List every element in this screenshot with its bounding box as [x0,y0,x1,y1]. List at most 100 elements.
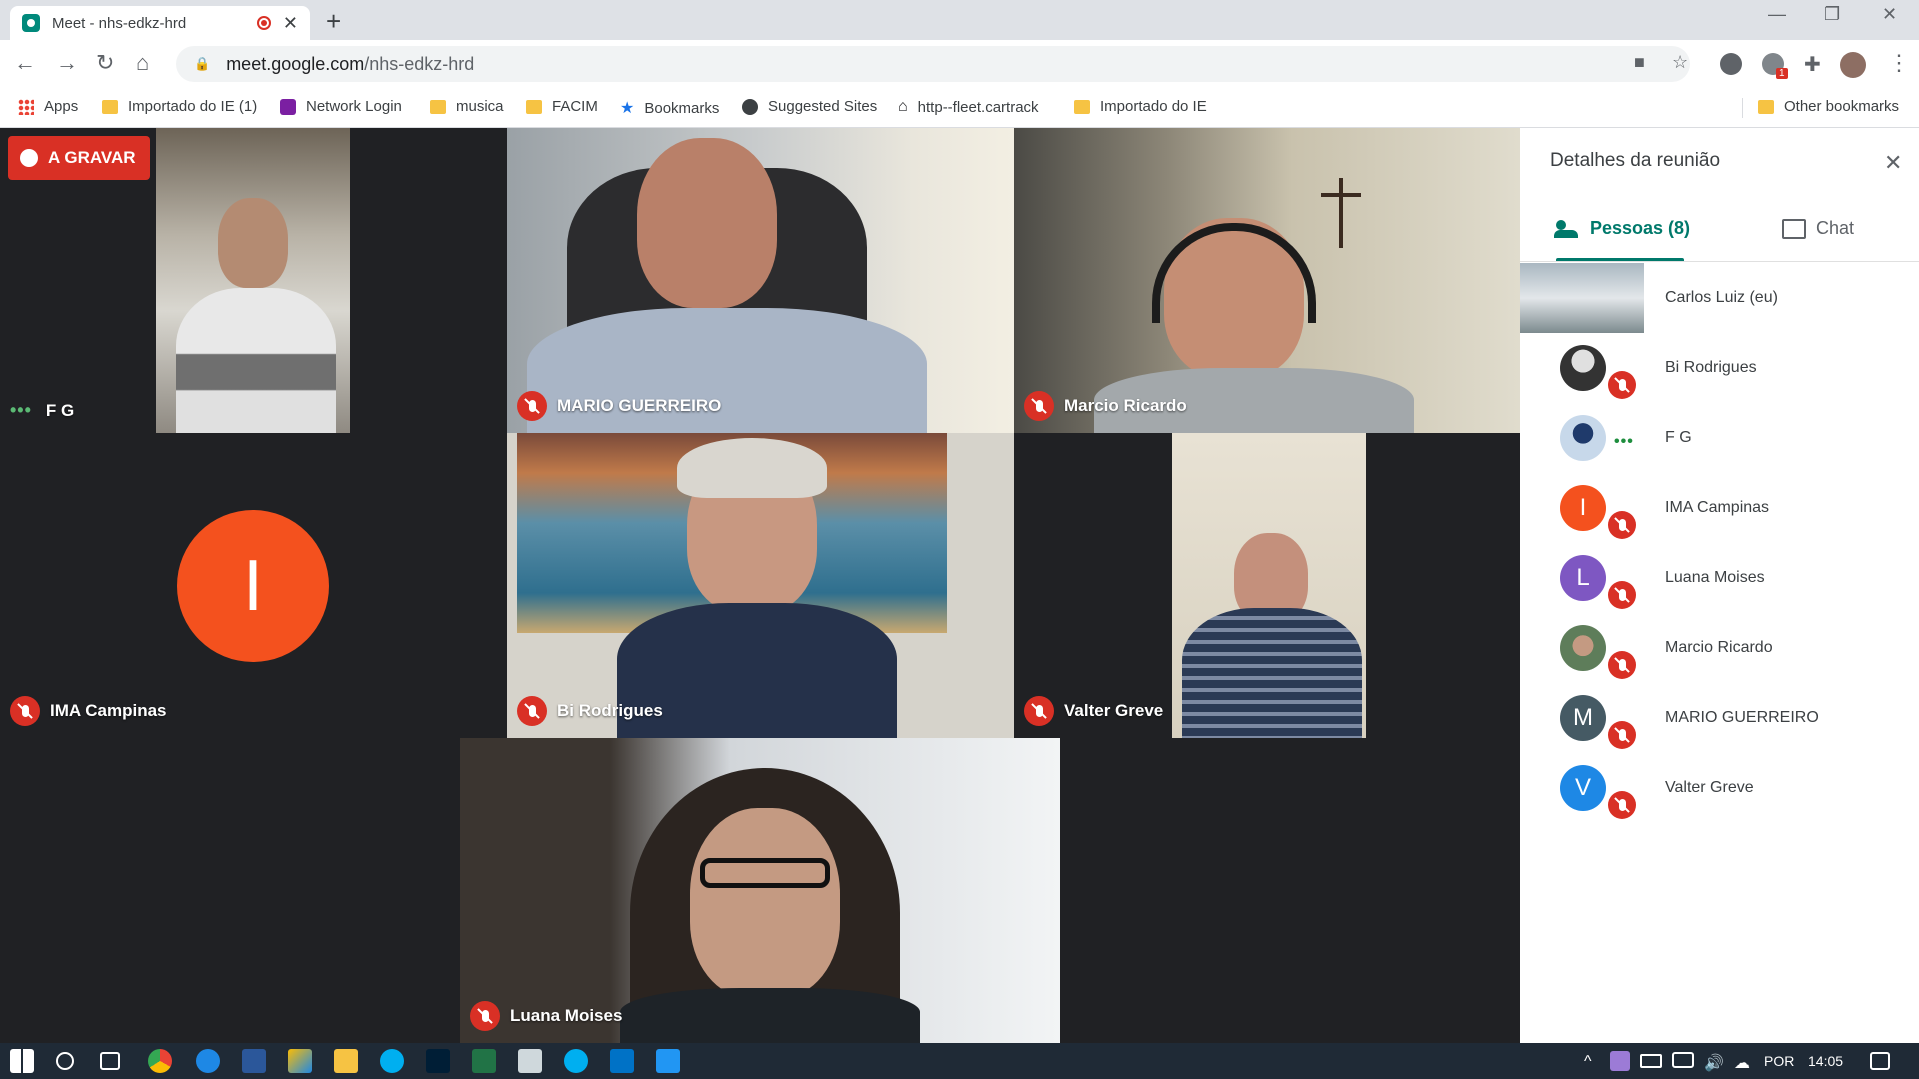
tab-people[interactable]: Pessoas (8) [1554,218,1690,239]
minimize-window-button[interactable]: — [1768,4,1786,25]
bookmark-other-bookmarks[interactable]: Other bookmarks [1758,98,1899,115]
mic-off-icon [470,1001,500,1031]
tile-name-row: Marcio Ricardo [1024,391,1187,421]
address-bar[interactable]: 🔒 meet.google.com/nhs-edkz-hrd [176,46,1690,82]
bookmark-fleet-cartrack[interactable]: ⌂ http--fleet.cartrack [898,98,1039,116]
word-icon[interactable] [242,1049,266,1073]
network-icon[interactable] [1672,1052,1694,1068]
bookmark-label: Other bookmarks [1784,98,1900,115]
volume-icon[interactable]: 🔊 [1704,1053,1724,1073]
close-panel-icon[interactable]: ✕ [1884,150,1902,176]
crucifix-icon [1339,178,1343,248]
mic-off-icon [517,391,547,421]
apps-grid-icon [18,98,34,115]
notifications-icon[interactable] [1870,1052,1890,1070]
puzzle-extensions-icon[interactable]: ✚ [1804,52,1821,77]
video-tile-bi-rodrigues[interactable]: Bi Rodrigues [507,433,1014,738]
meeting-details-panel: Detalhes da reunião ✕ Pessoas (8) Chat C… [1520,128,1919,1043]
close-tab-icon[interactable]: ✕ [283,13,298,34]
participant-row[interactable]: L Luana Moises [1520,543,1919,613]
participant-head [637,138,777,308]
lock-icon[interactable]: 🔒 [194,56,210,72]
participant-head [690,808,840,998]
pen-app-icon[interactable] [288,1049,312,1073]
windows-taskbar: ^ 🔊 ☁ POR 14:05 [0,1043,1919,1079]
forward-button[interactable]: → [56,50,78,76]
tab-strip: Meet - nhs-edkz-hrd ✕ + — ❐ ✕ [0,0,1919,40]
skype-icon[interactable] [380,1049,404,1073]
file-explorer-icon[interactable] [334,1049,358,1073]
profile-avatar[interactable] [1840,52,1866,78]
battery-icon[interactable] [1640,1054,1662,1068]
onedrive-icon[interactable]: ☁ [1734,1053,1750,1073]
new-tab-button[interactable]: + [326,6,341,37]
speaking-dots-icon: ••• [1614,433,1634,450]
url-path: /nhs-edkz-hrd [364,53,475,74]
tray-pen-icon[interactable] [1610,1051,1630,1071]
participant-row[interactable]: ••• F G [1520,403,1919,473]
participant-row[interactable]: Marcio Ricardo [1520,613,1919,683]
people-icon [1554,219,1580,238]
task-view-icon[interactable] [100,1052,120,1070]
participant-row[interactable]: V Valter Greve [1520,753,1919,823]
bookmark-musica[interactable]: musica [430,98,504,115]
video-tile-marcio-ricardo[interactable]: Marcio Ricardo [1014,128,1520,433]
tray-chevron-icon[interactable]: ^ [1584,1053,1592,1071]
bookmarks-bar: Apps Importado do IE (1) Network Login m… [0,88,1919,128]
bookmark-network-login[interactable]: Network Login [280,98,402,115]
participant-video [507,128,1014,433]
url-text: meet.google.com/nhs-edkz-hrd [226,54,474,75]
clock[interactable]: 14:05 [1808,1053,1843,1069]
photoshop-icon[interactable] [426,1049,450,1073]
reload-button[interactable]: ↻ [96,50,114,76]
video-tile-fg[interactable]: A GRAVAR ••• F G [0,128,507,433]
video-tile-valter-greve[interactable]: Valter Greve [1014,433,1520,738]
participant-avatar [1560,415,1606,461]
back-button[interactable]: ← [14,50,36,76]
participant-body [620,988,920,1043]
bookmark-facim[interactable]: FACIM [526,98,598,115]
participant-name: MARIO GUERREIRO [1665,709,1819,726]
search-icon[interactable] [56,1052,74,1070]
restore-window-button[interactable]: ❐ [1824,4,1840,25]
bookmark-importado-ie[interactable]: Importado do IE [1074,98,1207,115]
bookmark-apps[interactable]: Apps [18,98,78,115]
participant-avatar: L [1560,555,1606,601]
home-button[interactable]: ⌂ [136,50,149,76]
video-tile-ima-campinas[interactable]: I IMA Campinas [0,433,507,738]
video-tile-mario-guerreiro[interactable]: MARIO GUERREIRO [507,128,1014,433]
camera-icon[interactable]: ■ [1634,52,1645,73]
video-tile-luana-moises[interactable]: Luana Moises [460,738,1060,1043]
excel-icon[interactable] [472,1049,496,1073]
meet-app-icon[interactable] [656,1049,680,1073]
participant-row[interactable]: I IMA Campinas [1520,473,1919,543]
suggested-sites-icon [742,98,758,115]
bookmark-importado-ie-1[interactable]: Importado do IE (1) [102,98,257,115]
participant-row[interactable]: M MARIO GUERREIRO [1520,683,1919,753]
extension-icon[interactable] [1720,53,1742,75]
star-bookmark-icon[interactable]: ☆ [1672,52,1688,73]
participant-avatar: I [1560,485,1606,531]
tab-chat[interactable]: Chat [1782,218,1854,239]
mic-off-icon [1024,696,1054,726]
bookmark-suggested-sites[interactable]: Suggested Sites [742,98,877,115]
tile-name-row: Luana Moises [470,1001,622,1031]
chrome-icon[interactable] [148,1049,172,1073]
skype-business-icon[interactable] [564,1049,588,1073]
participant-row[interactable]: Bi Rodrigues [1520,333,1919,403]
participant-avatar [1560,625,1606,671]
calculator-icon[interactable] [518,1049,542,1073]
tile-name: Marcio Ricardo [1064,396,1187,415]
browser-tab[interactable]: Meet - nhs-edkz-hrd ✕ [10,6,310,40]
bookmark-bookmarks[interactable]: ★ Bookmarks [620,98,719,118]
outlook-icon[interactable] [610,1049,634,1073]
mic-off-icon [1608,371,1636,399]
participant-row[interactable]: Carlos Luiz (eu) [1520,263,1919,333]
recording-label: A GRAVAR [48,148,136,167]
windows-start-icon[interactable] [10,1049,34,1073]
chrome-menu-icon[interactable]: ⋮ [1888,50,1910,76]
bookmark-label: Network Login [306,98,402,115]
edge-icon[interactable] [196,1049,220,1073]
language-indicator[interactable]: POR [1764,1053,1794,1069]
close-window-button[interactable]: ✕ [1882,4,1897,25]
